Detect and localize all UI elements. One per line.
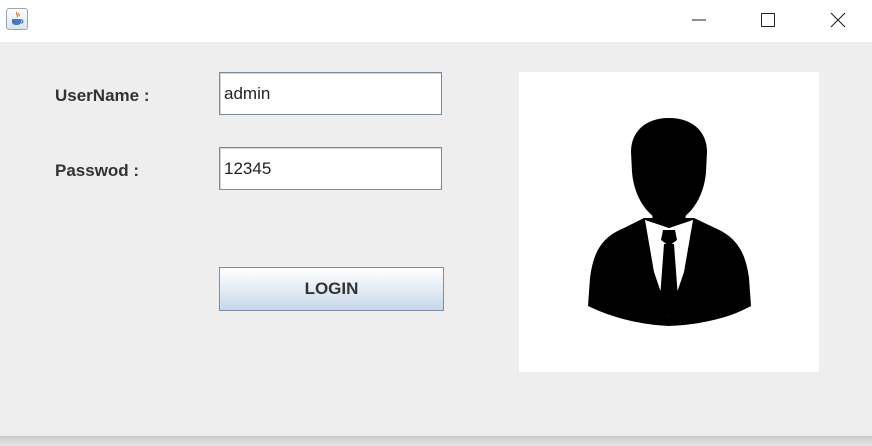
- username-label: UserName :: [55, 86, 150, 105]
- login-button[interactable]: LOGIN: [219, 267, 444, 311]
- minimize-button[interactable]: [670, 0, 728, 40]
- password-input[interactable]: [219, 147, 442, 190]
- window-bottom-edge: [0, 436, 872, 446]
- maximize-button[interactable]: [739, 0, 797, 40]
- avatar-image: [519, 72, 819, 372]
- close-button[interactable]: [809, 0, 867, 40]
- user-avatar-icon: [588, 118, 751, 326]
- username-input[interactable]: [219, 72, 442, 115]
- java-icon[interactable]: [6, 8, 28, 30]
- close-icon: [830, 12, 846, 28]
- title-bar[interactable]: [0, 0, 872, 42]
- password-label: Passwod :: [55, 161, 140, 180]
- maximize-icon: [761, 13, 775, 27]
- minimize-icon: [692, 19, 706, 21]
